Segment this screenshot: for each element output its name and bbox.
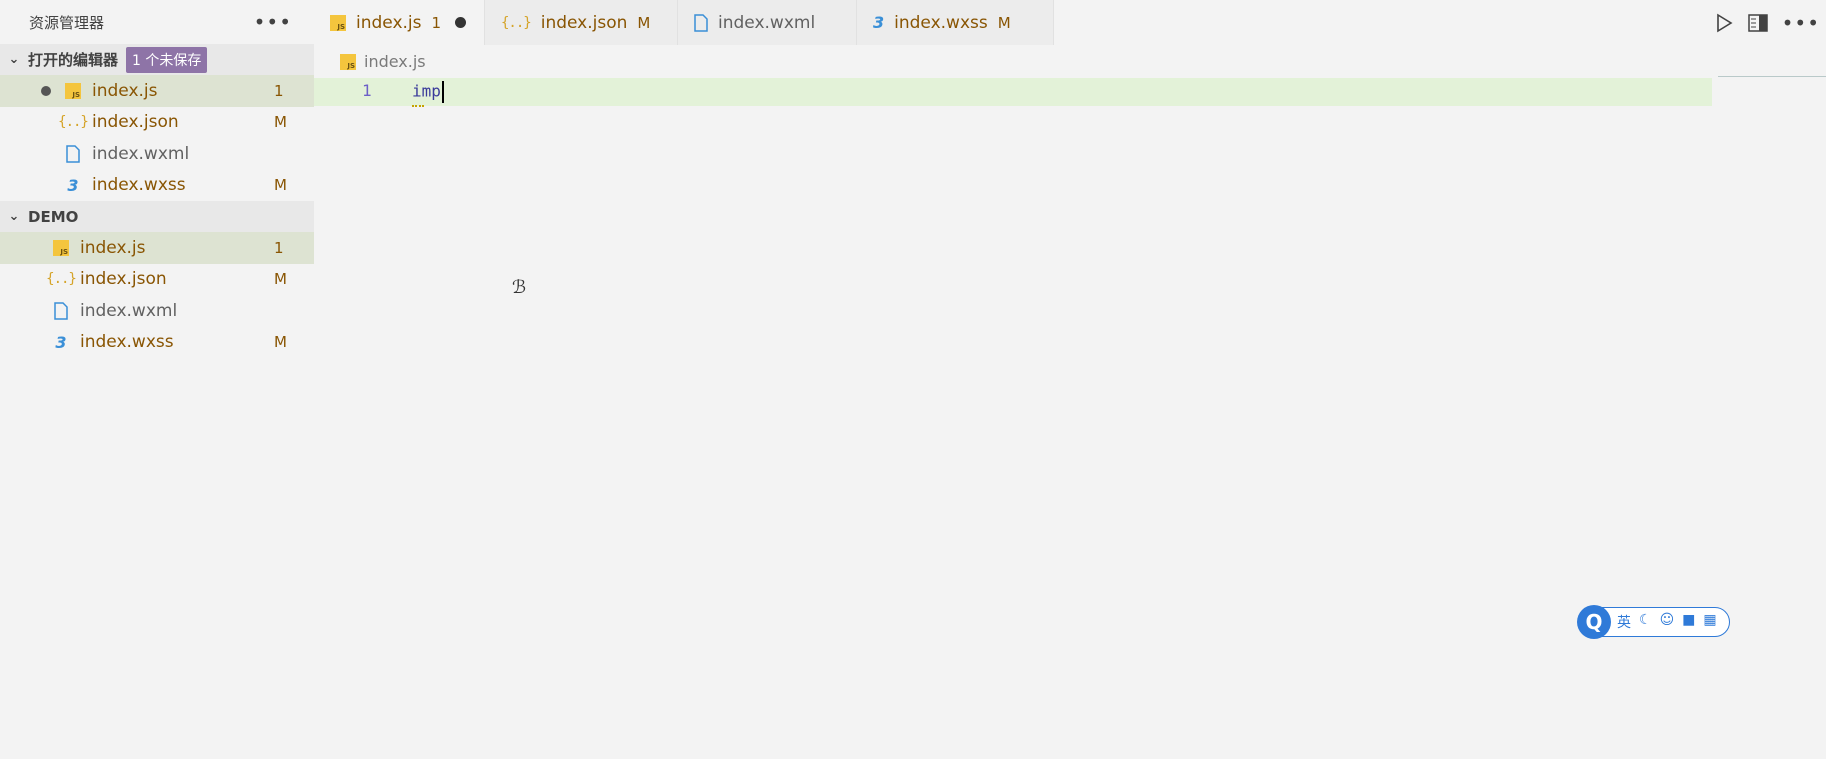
open-editor-item[interactable]: 3 index.wxss M <box>0 170 314 202</box>
css-icon: 3 <box>67 175 79 195</box>
file-name: index.wxss <box>92 175 186 196</box>
chevron-down-icon: ⌄ <box>8 52 20 67</box>
tab-label: index.wxml <box>718 12 816 33</box>
problem-count: 1 <box>274 81 284 100</box>
dirty-dot-icon[interactable] <box>41 85 51 96</box>
ime-logo[interactable]: Q <box>1577 605 1611 639</box>
mouse-ibeam-icon: ℬ <box>512 277 527 298</box>
tab-problem-count: 1 <box>431 13 442 32</box>
js-icon <box>62 81 84 101</box>
tab-label: index.wxss <box>894 12 988 33</box>
tab-index-js[interactable]: index.js 1 <box>314 0 485 45</box>
tree-item[interactable]: 3 index.wxss M <box>0 327 314 359</box>
js-icon <box>330 14 346 31</box>
git-status: M <box>274 270 287 289</box>
smiley-icon[interactable]: ☺ <box>1660 612 1675 632</box>
project-label: DEMO <box>28 207 79 226</box>
breadcrumb[interactable]: index.js <box>340 52 426 71</box>
unsaved-badge: 1 个未保存 <box>126 46 208 73</box>
json-icon: {..} <box>46 271 77 288</box>
tab-index-wxml[interactable]: index.wxml <box>678 0 857 45</box>
problem-count: 1 <box>274 238 284 257</box>
explorer-title: 资源管理器 <box>29 13 105 32</box>
explorer-header: 资源管理器 ••• <box>0 0 314 44</box>
explorer-sidebar: 资源管理器 ••• ⌄ 打开的编辑器 1 个未保存 index.js 1 {..… <box>0 0 314 759</box>
split-editor-icon[interactable] <box>1747 13 1768 32</box>
json-icon: {..} <box>501 14 532 31</box>
line-number: 1 <box>362 81 372 100</box>
file-name: index.wxml <box>92 143 190 164</box>
run-icon[interactable] <box>1714 13 1734 33</box>
error-squiggle <box>412 101 424 107</box>
file-name: index.wxml <box>80 300 178 321</box>
file-icon <box>62 144 84 164</box>
project-section[interactable]: ⌄ DEMO <box>0 201 314 232</box>
current-line-highlight[interactable]: 1 imp <box>314 78 1712 107</box>
file-name: index.wxss <box>80 332 174 353</box>
code-text: imp <box>412 81 441 101</box>
tab-label: index.js <box>356 12 422 33</box>
shirt-icon[interactable]: ■ <box>1682 612 1695 632</box>
file-name: index.json <box>92 112 179 133</box>
file-name: index.js <box>80 237 146 258</box>
unsaved-dot-icon[interactable] <box>455 17 467 28</box>
tab-index-wxss[interactable]: 3 index.wxss M <box>857 0 1054 45</box>
chevron-down-icon: ⌄ <box>8 209 20 224</box>
file-icon <box>50 301 72 321</box>
tab-git-status: M <box>637 13 651 32</box>
js-icon <box>340 53 356 70</box>
file-icon <box>694 13 708 32</box>
tab-label: index.json <box>540 12 628 33</box>
json-icon: {..} <box>58 114 89 131</box>
git-status: M <box>274 113 287 132</box>
tree-item[interactable]: {..} index.json M <box>0 264 314 296</box>
more-actions-icon[interactable]: ••• <box>1782 13 1820 33</box>
open-editor-item[interactable]: index.wxml <box>0 138 314 170</box>
code-line[interactable]: imp <box>412 81 444 103</box>
git-status: M <box>274 176 287 195</box>
moon-icon[interactable]: ☾ <box>1639 612 1652 632</box>
overview-ruler <box>1718 76 1826 77</box>
open-editor-item[interactable]: {..} index.json M <box>0 107 314 139</box>
tab-index-json[interactable]: {..} index.json M <box>485 0 678 45</box>
grid-icon[interactable]: ▦ <box>1703 612 1716 632</box>
ime-toolbar[interactable]: Q 英 ☾ ☺ ■ ▦ <box>1577 605 1730 639</box>
tree-item[interactable]: index.js 1 <box>0 232 314 264</box>
css-icon: 3 <box>873 13 885 32</box>
editor-actions: ••• <box>1714 0 1826 45</box>
open-editor-item[interactable]: index.js 1 <box>0 75 314 107</box>
more-actions-icon[interactable]: ••• <box>254 12 292 32</box>
breadcrumb-file[interactable]: index.js <box>364 52 426 71</box>
tree-item[interactable]: index.wxml <box>0 295 314 327</box>
js-icon <box>50 238 72 258</box>
file-name: index.json <box>80 269 167 290</box>
open-editors-label: 打开的编辑器 <box>28 51 119 69</box>
css-icon: 3 <box>55 332 67 352</box>
ime-language-toggle[interactable]: 英 <box>1617 612 1631 632</box>
file-name: index.js <box>92 80 158 101</box>
git-status: M <box>274 333 287 352</box>
tab-git-status: M <box>997 13 1011 32</box>
editor-tabs: index.js 1 {..} index.json M index.wxml … <box>314 0 1826 45</box>
text-cursor <box>441 81 444 103</box>
open-editors-section[interactable]: ⌄ 打开的编辑器 1 个未保存 <box>0 44 314 75</box>
